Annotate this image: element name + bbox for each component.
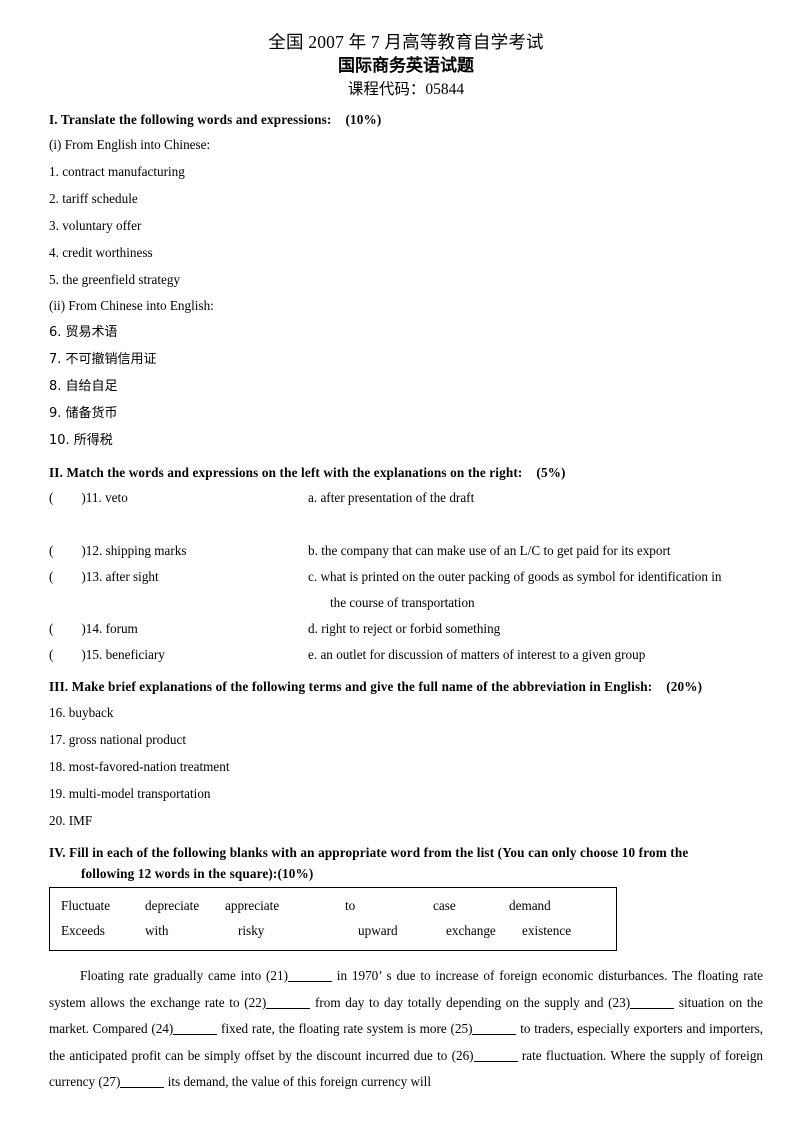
list-item: 7. 不可撤销信用证 [49, 352, 157, 367]
list-item: 4. credit worthiness [49, 245, 153, 260]
list-item: 5. the greenfield strategy [49, 272, 181, 287]
list-item: 3. voluntary offer [49, 218, 142, 233]
word-option[interactable]: demand [509, 893, 599, 918]
section-1-heading-text: I. Translate the following words and exp… [49, 112, 332, 127]
match-left-item: ( )13. after sight [49, 564, 308, 590]
document-title-block: 全国 2007 年 7 月高等教育自学考试 国际商务英语试题 课程代码：0584… [49, 30, 763, 101]
word-box-row: Fluctuate depreciate appreciate to case … [50, 893, 616, 918]
word-option[interactable]: to [345, 893, 433, 918]
section-3-marks: (20%) [666, 679, 703, 694]
page-content: 全国 2007 年 7 月高等教育自学考试 国际商务英语试题 课程代码：0584… [49, 30, 763, 1096]
match-right-label: c. what is printed on the outer packing … [308, 569, 722, 584]
word-option[interactable]: depreciate [145, 893, 225, 918]
match-right-label: e. an outlet for discussion of matters o… [308, 647, 646, 662]
match-left-label: )14. forum [81, 621, 138, 636]
answer-paren-open: ( [49, 621, 54, 636]
cloze-text-3: from day to day totally depending on the… [314, 994, 631, 1010]
match-left-label: )13. after sight [81, 569, 159, 584]
match-right-item: e. an outlet for discussion of matters o… [308, 642, 763, 668]
cloze-blank-24[interactable] [173, 1034, 218, 1035]
exam-title-line-1: 全国 2007 年 7 月高等教育自学考试 [268, 32, 544, 52]
section-2-marks: (5%) [536, 465, 566, 480]
list-item: 9. 储备货币 [49, 406, 118, 421]
match-right-item: a. after presentation of the draft [308, 485, 763, 511]
cloze-text-1: Floating rate gradually came into (21) [80, 968, 288, 983]
section-1-heading: I. Translate the following words and exp… [49, 111, 763, 128]
section-4-heading-line-2-text: following 12 words in the square): [81, 866, 278, 881]
match-left-label: )11. veto [81, 490, 128, 505]
word-option[interactable]: Exceeds [61, 918, 145, 943]
section-3-heading: III. Make brief explanations of the foll… [49, 678, 763, 695]
list-item: 17. gross national product [49, 732, 186, 747]
match-right-label-wrap: the course of transportation [330, 595, 475, 610]
word-list-box: Fluctuate depreciate appreciate to case … [49, 887, 617, 951]
section-2-heading-text: II. Match the words and expressions on t… [49, 465, 523, 480]
match-left-item: ( )11. veto [49, 485, 308, 511]
cloze-blank-22[interactable] [266, 1007, 311, 1009]
cloze-blank-23[interactable] [630, 1007, 675, 1009]
word-option[interactable]: case [433, 893, 509, 918]
match-right-label: a. after presentation of the draft [308, 490, 475, 505]
list-item: 20. IMF [49, 813, 93, 828]
section-1-marks: (10%) [345, 112, 382, 127]
match-right-item: d. right to reject or forbid something [308, 616, 763, 642]
match-right-item: b. the company that can make use of an L… [308, 538, 763, 564]
exam-paper-page: 全国 2007 年 7 月高等教育自学考试 国际商务英语试题 课程代码：0584… [0, 0, 794, 1123]
list-item: 8. 自给自足 [49, 379, 118, 394]
match-left-item: ( )15. beneficiary [49, 642, 308, 668]
match-left-item: ( )12. shipping marks [49, 538, 308, 564]
match-left-label: )12. shipping marks [81, 543, 187, 558]
list-item: 16. buyback [49, 705, 114, 720]
course-code-line: 课程代码：05844 [347, 81, 465, 98]
word-option[interactable]: risky [225, 918, 358, 943]
cloze-blank-27[interactable] [120, 1087, 165, 1088]
match-right-label: d. right to reject or forbid something [308, 621, 501, 636]
match-right-label: b. the company that can make use of an L… [308, 543, 671, 558]
match-row-spacer [49, 511, 763, 538]
match-right-item: c. what is printed on the outer packing … [308, 564, 763, 616]
cloze-text-8: its demand, the value of this foreign cu… [167, 1074, 432, 1089]
word-option[interactable]: existence [522, 918, 612, 943]
answer-paren-open: ( [49, 569, 54, 584]
cloze-blank-21[interactable] [287, 981, 332, 982]
word-option[interactable]: upward [358, 918, 446, 943]
section-4-marks: (10%) [277, 866, 314, 881]
section-1-subheading-english-to-chinese: (i) From English into Chinese: [49, 137, 211, 152]
list-item: 10. 所得税 [49, 433, 113, 448]
word-option[interactable]: with [145, 918, 225, 943]
match-left-label: )15. beneficiary [81, 647, 165, 662]
cloze-paragraph: Floating rate gradually came into (21) i… [49, 963, 763, 1096]
list-item: 19. multi-model transportation [49, 786, 211, 801]
cloze-blank-26[interactable] [473, 1060, 518, 1062]
answer-paren-open: ( [49, 490, 54, 505]
match-row: ( )14. forum d. right to reject or forbid… [49, 616, 763, 642]
list-item: 1. contract manufacturing [49, 164, 185, 179]
cloze-text-5: fixed rate, the floating rate system is … [221, 1021, 473, 1036]
section-2-heading: II. Match the words and expressions on t… [49, 464, 763, 481]
list-item: 6. 贸易术语 [49, 325, 118, 340]
match-row: ( )15. beneficiary e. an outlet for discu… [49, 642, 763, 668]
list-item: 18. most-favored-nation treatment [49, 759, 230, 774]
section-4-heading-line-1: IV. Fill in each of the following blanks… [49, 845, 689, 860]
match-left-item: ( )14. forum [49, 616, 308, 642]
word-option[interactable]: exchange [446, 918, 522, 943]
cloze-blank-25[interactable] [472, 1034, 517, 1035]
section-4-heading-line-2: following 12 words in the square):(10%) [49, 865, 763, 882]
match-row: ( )11. veto a. after presentation of the … [49, 485, 763, 511]
word-option[interactable]: Fluctuate [61, 893, 145, 918]
exam-title-line-2: 国际商务英语试题 [338, 56, 474, 75]
match-row: ( )12. shipping marks b. the company that… [49, 538, 763, 564]
word-box-row: Exceeds with risky upward exchange exist… [50, 918, 616, 943]
answer-paren-open: ( [49, 543, 54, 558]
section-3-heading-text: III. Make brief explanations of the foll… [49, 679, 653, 694]
word-option[interactable]: appreciate [225, 893, 345, 918]
section-1-subheading-chinese-to-english: (ii) From Chinese into English: [49, 298, 214, 313]
list-item: 2. tariff schedule [49, 191, 138, 206]
match-row: ( )13. after sight c. what is printed on … [49, 564, 763, 616]
answer-paren-open: ( [49, 647, 54, 662]
